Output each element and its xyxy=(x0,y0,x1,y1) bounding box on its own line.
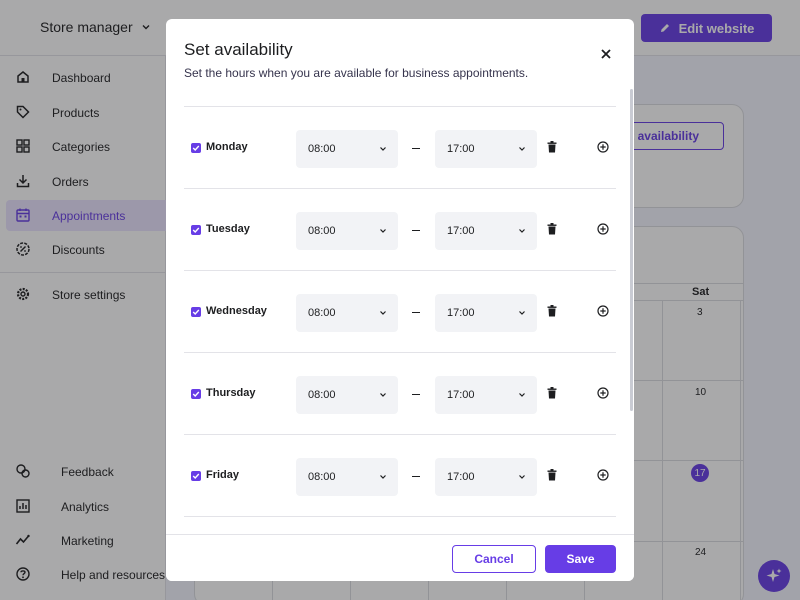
day-name: Monday xyxy=(206,141,248,153)
end-time-select[interactable]: 17:00 xyxy=(435,294,537,332)
day-checkbox[interactable] xyxy=(191,389,201,399)
check-icon xyxy=(192,391,200,398)
time-range-dash xyxy=(412,148,420,149)
trash-icon[interactable] xyxy=(547,469,557,481)
start-time-value: 08:00 xyxy=(308,307,336,319)
trash-icon[interactable] xyxy=(547,305,557,317)
day-checkbox[interactable] xyxy=(191,307,201,317)
add-time-icon[interactable] xyxy=(597,387,609,399)
check-icon xyxy=(192,145,200,152)
end-time-value: 17:00 xyxy=(447,471,475,483)
end-time-value: 17:00 xyxy=(447,307,475,319)
add-time-icon[interactable] xyxy=(597,305,609,317)
end-time-select[interactable]: 17:00 xyxy=(435,130,537,168)
close-icon xyxy=(601,49,611,59)
end-time-value: 17:00 xyxy=(447,389,475,401)
add-time-icon[interactable] xyxy=(597,141,609,153)
scrollbar[interactable] xyxy=(630,89,633,411)
day-row-wednesday: Wednesday 08:00 17:00 xyxy=(184,270,616,352)
time-range-dash xyxy=(412,312,420,313)
day-checkbox[interactable] xyxy=(191,471,201,481)
chevron-down-icon xyxy=(519,229,525,233)
end-time-select[interactable]: 17:00 xyxy=(435,212,537,250)
trash-icon[interactable] xyxy=(547,223,557,235)
day-name: Tuesday xyxy=(206,223,250,235)
end-time-select[interactable]: 17:00 xyxy=(435,458,537,496)
modal-footer: Cancel Save xyxy=(166,534,634,581)
day-name: Friday xyxy=(206,469,240,481)
day-row-monday: Monday 08:00 17:00 xyxy=(184,106,616,188)
chevron-down-icon xyxy=(380,147,386,151)
chevron-down-icon xyxy=(380,475,386,479)
start-time-select[interactable]: 08:00 xyxy=(296,376,398,414)
time-range-dash xyxy=(412,394,420,395)
chevron-down-icon xyxy=(380,229,386,233)
start-time-value: 08:00 xyxy=(308,225,336,237)
cancel-label: Cancel xyxy=(474,552,514,566)
start-time-select[interactable]: 08:00 xyxy=(296,294,398,332)
day-name: Wednesday xyxy=(206,305,267,317)
start-time-select[interactable]: 08:00 xyxy=(296,458,398,496)
close-button[interactable] xyxy=(597,45,615,63)
day-name: Thursday xyxy=(206,387,256,399)
trash-icon[interactable] xyxy=(547,387,557,399)
modal-title: Set availability xyxy=(184,40,293,59)
chevron-down-icon xyxy=(380,393,386,397)
set-availability-modal: Set availability Set the hours when you … xyxy=(166,19,634,581)
cancel-button[interactable]: Cancel xyxy=(452,545,536,573)
time-range-dash xyxy=(412,230,420,231)
chevron-down-icon xyxy=(519,147,525,151)
check-icon xyxy=(192,473,200,480)
save-label: Save xyxy=(566,552,595,566)
time-range-dash xyxy=(412,476,420,477)
chevron-down-icon xyxy=(380,311,386,315)
check-icon xyxy=(192,227,200,234)
day-checkbox[interactable] xyxy=(191,143,201,153)
start-time-select[interactable]: 08:00 xyxy=(296,212,398,250)
end-time-value: 17:00 xyxy=(447,143,475,155)
start-time-value: 08:00 xyxy=(308,143,336,155)
start-time-select[interactable]: 08:00 xyxy=(296,130,398,168)
day-row-friday: Friday 08:00 17:00 xyxy=(184,434,616,516)
add-time-icon[interactable] xyxy=(597,469,609,481)
modal-subtitle: Set the hours when you are available for… xyxy=(184,66,529,80)
end-time-select[interactable]: 17:00 xyxy=(435,376,537,414)
chevron-down-icon xyxy=(519,393,525,397)
save-button[interactable]: Save xyxy=(545,545,616,573)
day-row-saturday-partial xyxy=(184,516,616,536)
start-time-value: 08:00 xyxy=(308,389,336,401)
chevron-down-icon xyxy=(519,475,525,479)
check-icon xyxy=(192,309,200,316)
end-time-value: 17:00 xyxy=(447,225,475,237)
chevron-down-icon xyxy=(519,311,525,315)
trash-icon[interactable] xyxy=(547,141,557,153)
start-time-value: 08:00 xyxy=(308,471,336,483)
add-time-icon[interactable] xyxy=(597,223,609,235)
day-row-tuesday: Tuesday 08:00 17:00 xyxy=(184,188,616,270)
day-row-thursday: Thursday 08:00 17:00 xyxy=(184,352,616,434)
day-checkbox[interactable] xyxy=(191,225,201,235)
